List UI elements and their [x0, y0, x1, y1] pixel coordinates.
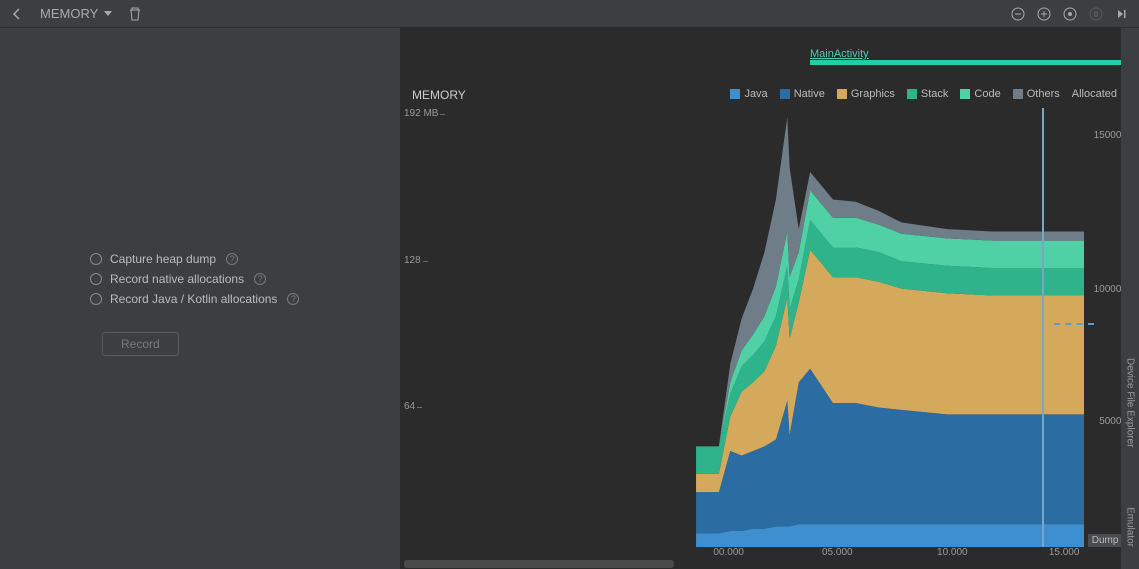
chevron-down-icon: [104, 11, 112, 16]
allocated-label: Allocated: [1072, 88, 1117, 100]
zoom-in-button[interactable]: [1033, 3, 1055, 25]
radio-capture-heap-dump[interactable]: Capture heap dump ?: [90, 252, 299, 266]
pause-button: [1085, 3, 1107, 25]
radio-icon: [90, 293, 102, 305]
y-tick: 128: [404, 255, 421, 266]
right-tool-rail: Device File Explorer Emulator: [1121, 28, 1139, 569]
recording-options-panel: Capture heap dump ? Record native alloca…: [0, 28, 400, 569]
radio-label: Record Java / Kotlin allocations: [110, 292, 277, 306]
radio-record-java[interactable]: Record Java / Kotlin allocations ?: [90, 292, 299, 306]
radio-record-native[interactable]: Record native allocations ?: [90, 272, 299, 286]
legend-item-java: Java: [730, 88, 767, 100]
x-tick: 10.000: [937, 547, 968, 558]
legend-item-stack: Stack: [907, 88, 949, 100]
tool-device-file-explorer[interactable]: Device File Explorer: [1125, 358, 1136, 447]
y-axis-left: 192 MB 128 64: [404, 108, 444, 548]
legend-item-graphics: Graphics: [837, 88, 895, 100]
legend-swatch: [780, 89, 790, 99]
help-icon[interactable]: ?: [287, 293, 299, 305]
chart-plot-area[interactable]: Dump (02.0: [445, 108, 1084, 547]
reset-zoom-button[interactable]: [1059, 3, 1081, 25]
activity-label[interactable]: MainActivity: [810, 48, 869, 60]
radio-label: Capture heap dump: [110, 252, 216, 266]
legend-swatch: [960, 89, 970, 99]
chart-legend: Java Native Graphics Stack Code Others A…: [730, 88, 1117, 100]
legend-item-code: Code: [960, 88, 1000, 100]
help-icon[interactable]: ?: [254, 273, 266, 285]
legend-swatch: [1013, 89, 1023, 99]
legend-item-others: Others: [1013, 88, 1060, 100]
legend-swatch: [837, 89, 847, 99]
y-tick: 64: [404, 401, 415, 412]
help-icon[interactable]: ?: [226, 253, 238, 265]
back-button[interactable]: [6, 3, 28, 25]
radio-icon: [90, 273, 102, 285]
legend-swatch: [907, 89, 917, 99]
x-tick: 00.000: [713, 547, 744, 558]
activity-bar: MainActivity: [810, 60, 1129, 72]
record-button[interactable]: Record: [102, 332, 179, 356]
chart-title: MEMORY: [412, 88, 466, 102]
profiler-dropdown[interactable]: MEMORY: [34, 4, 118, 23]
legend-swatch: [730, 89, 740, 99]
allocation-marker: [1054, 323, 1094, 325]
radio-icon: [90, 253, 102, 265]
delete-button[interactable]: [124, 3, 146, 25]
memory-chart-panel: MainActivity MEMORY Java Native Graphics…: [400, 28, 1139, 569]
zoom-out-button[interactable]: [1007, 3, 1029, 25]
activity-strip: [810, 60, 1129, 65]
x-tick: 15.000: [1049, 547, 1080, 558]
timeline-cursor[interactable]: [1042, 108, 1044, 547]
toolbar: MEMORY: [0, 0, 1139, 28]
x-tick: 05.000: [822, 547, 853, 558]
jump-to-live-button[interactable]: [1111, 3, 1133, 25]
timeline-scrollbar[interactable]: [404, 560, 674, 568]
profiler-title: MEMORY: [40, 6, 98, 21]
radio-label: Record native allocations: [110, 272, 244, 286]
legend-item-native: Native: [780, 88, 825, 100]
tool-emulator[interactable]: Emulator: [1125, 507, 1136, 547]
y-tick: 192 MB: [404, 108, 438, 119]
